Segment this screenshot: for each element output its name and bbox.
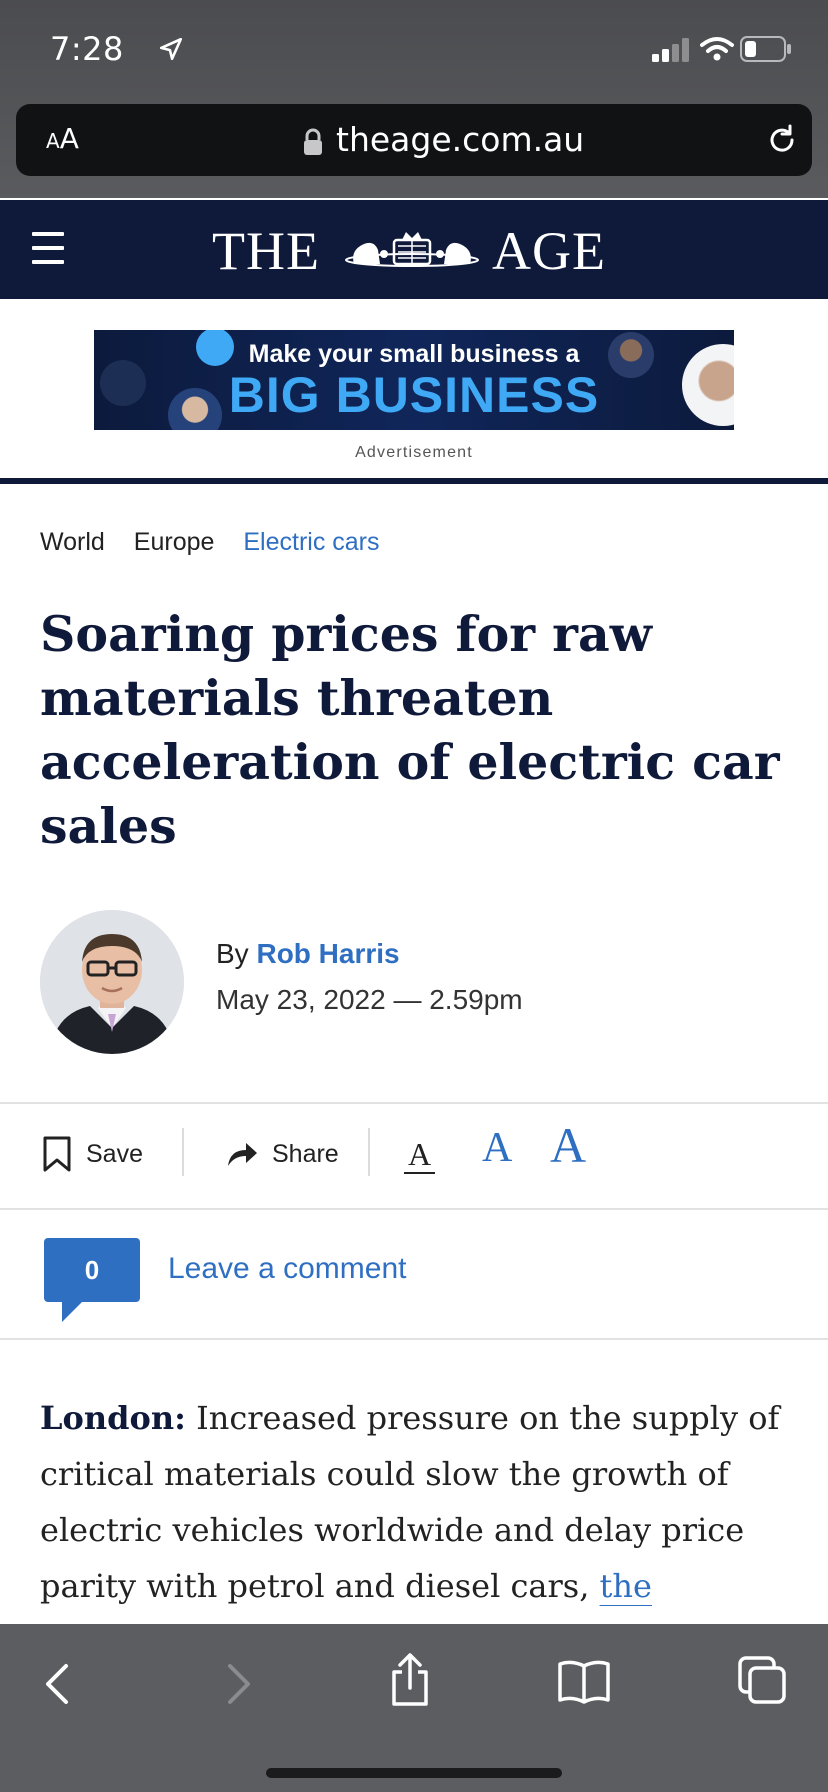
author-portrait-image bbox=[40, 910, 184, 1054]
share-icon[interactable] bbox=[386, 1652, 434, 1708]
forward-icon[interactable] bbox=[220, 1660, 256, 1708]
battery-icon bbox=[740, 36, 791, 62]
article-headline: Soaring prices for raw materials threate… bbox=[40, 605, 780, 855]
publish-date: May 23, 2022 — 2.59pm bbox=[216, 984, 523, 1015]
share-arrow-icon bbox=[228, 1143, 257, 1166]
comments-divider bbox=[0, 1338, 828, 1340]
address-bar[interactable]: AA theage.com.au bbox=[16, 104, 812, 176]
bookmark-icon bbox=[43, 1136, 71, 1172]
author-name-link[interactable]: Rob Harris bbox=[256, 938, 399, 969]
site-masthead: THE AGE bbox=[0, 200, 828, 299]
byline-prefix: By bbox=[216, 938, 257, 969]
breadcrumb: World Europe Electric cars bbox=[40, 528, 402, 557]
comment-badge-tail bbox=[62, 1300, 84, 1322]
breadcrumb-europe[interactable]: Europe bbox=[134, 528, 215, 556]
logo-text-right[interactable]: AGE bbox=[492, 220, 606, 282]
section-divider bbox=[0, 478, 828, 484]
font-size-small-button[interactable]: A bbox=[404, 1136, 436, 1174]
menu-icon[interactable] bbox=[32, 232, 66, 266]
tabs-icon[interactable] bbox=[736, 1654, 788, 1706]
lock-icon bbox=[304, 128, 322, 155]
location-arrow-icon bbox=[159, 37, 183, 61]
back-icon[interactable] bbox=[40, 1660, 76, 1708]
toolbar-bottom-divider bbox=[0, 1208, 828, 1210]
author-avatar[interactable] bbox=[40, 910, 184, 1054]
url-text: theage.com.au bbox=[336, 120, 585, 159]
browser-top-chrome: 7:28 AA theage.com.au bbox=[0, 0, 828, 198]
advertisement-label: Advertisement bbox=[355, 444, 473, 461]
ad-tagline: BIG BUSINESS bbox=[228, 367, 600, 423]
share-button[interactable]: Share bbox=[226, 1132, 339, 1176]
reload-icon[interactable] bbox=[764, 122, 800, 158]
toolbar-separator bbox=[182, 1128, 184, 1176]
dateline: London: bbox=[40, 1399, 186, 1437]
advertisement-banner[interactable]: Make your small business a BIG BUSINESS bbox=[94, 330, 734, 430]
status-time: 7:28 bbox=[50, 30, 124, 68]
byline: By Rob Harris bbox=[216, 938, 400, 970]
font-size-large-button[interactable]: A bbox=[550, 1116, 586, 1174]
breadcrumb-world[interactable]: World bbox=[40, 528, 105, 556]
ad-headline: Make your small business a bbox=[248, 340, 580, 368]
bookmarks-icon[interactable] bbox=[556, 1658, 612, 1704]
logo-text-left[interactable]: THE bbox=[212, 220, 320, 282]
toolbar-separator bbox=[368, 1128, 370, 1176]
wifi-icon bbox=[700, 37, 734, 61]
share-label: Share bbox=[272, 1139, 339, 1168]
cellular-signal-icon bbox=[652, 38, 689, 62]
leave-comment-link[interactable]: Leave a comment bbox=[168, 1252, 406, 1286]
toolbar-top-divider bbox=[0, 1102, 828, 1104]
home-indicator bbox=[266, 1768, 562, 1778]
status-bar: 7:28 bbox=[0, 0, 828, 100]
coat-of-arms-logo-icon bbox=[345, 232, 479, 267]
comment-count-badge[interactable]: 0 bbox=[44, 1238, 140, 1302]
breadcrumb-electric-cars[interactable]: Electric cars bbox=[243, 528, 379, 556]
reader-text-size-button[interactable]: AA bbox=[46, 122, 79, 155]
browser-bottom-toolbar bbox=[0, 1624, 828, 1792]
save-button[interactable]: Save bbox=[42, 1132, 143, 1176]
font-size-medium-button[interactable]: A bbox=[482, 1124, 512, 1172]
save-label: Save bbox=[86, 1139, 143, 1168]
